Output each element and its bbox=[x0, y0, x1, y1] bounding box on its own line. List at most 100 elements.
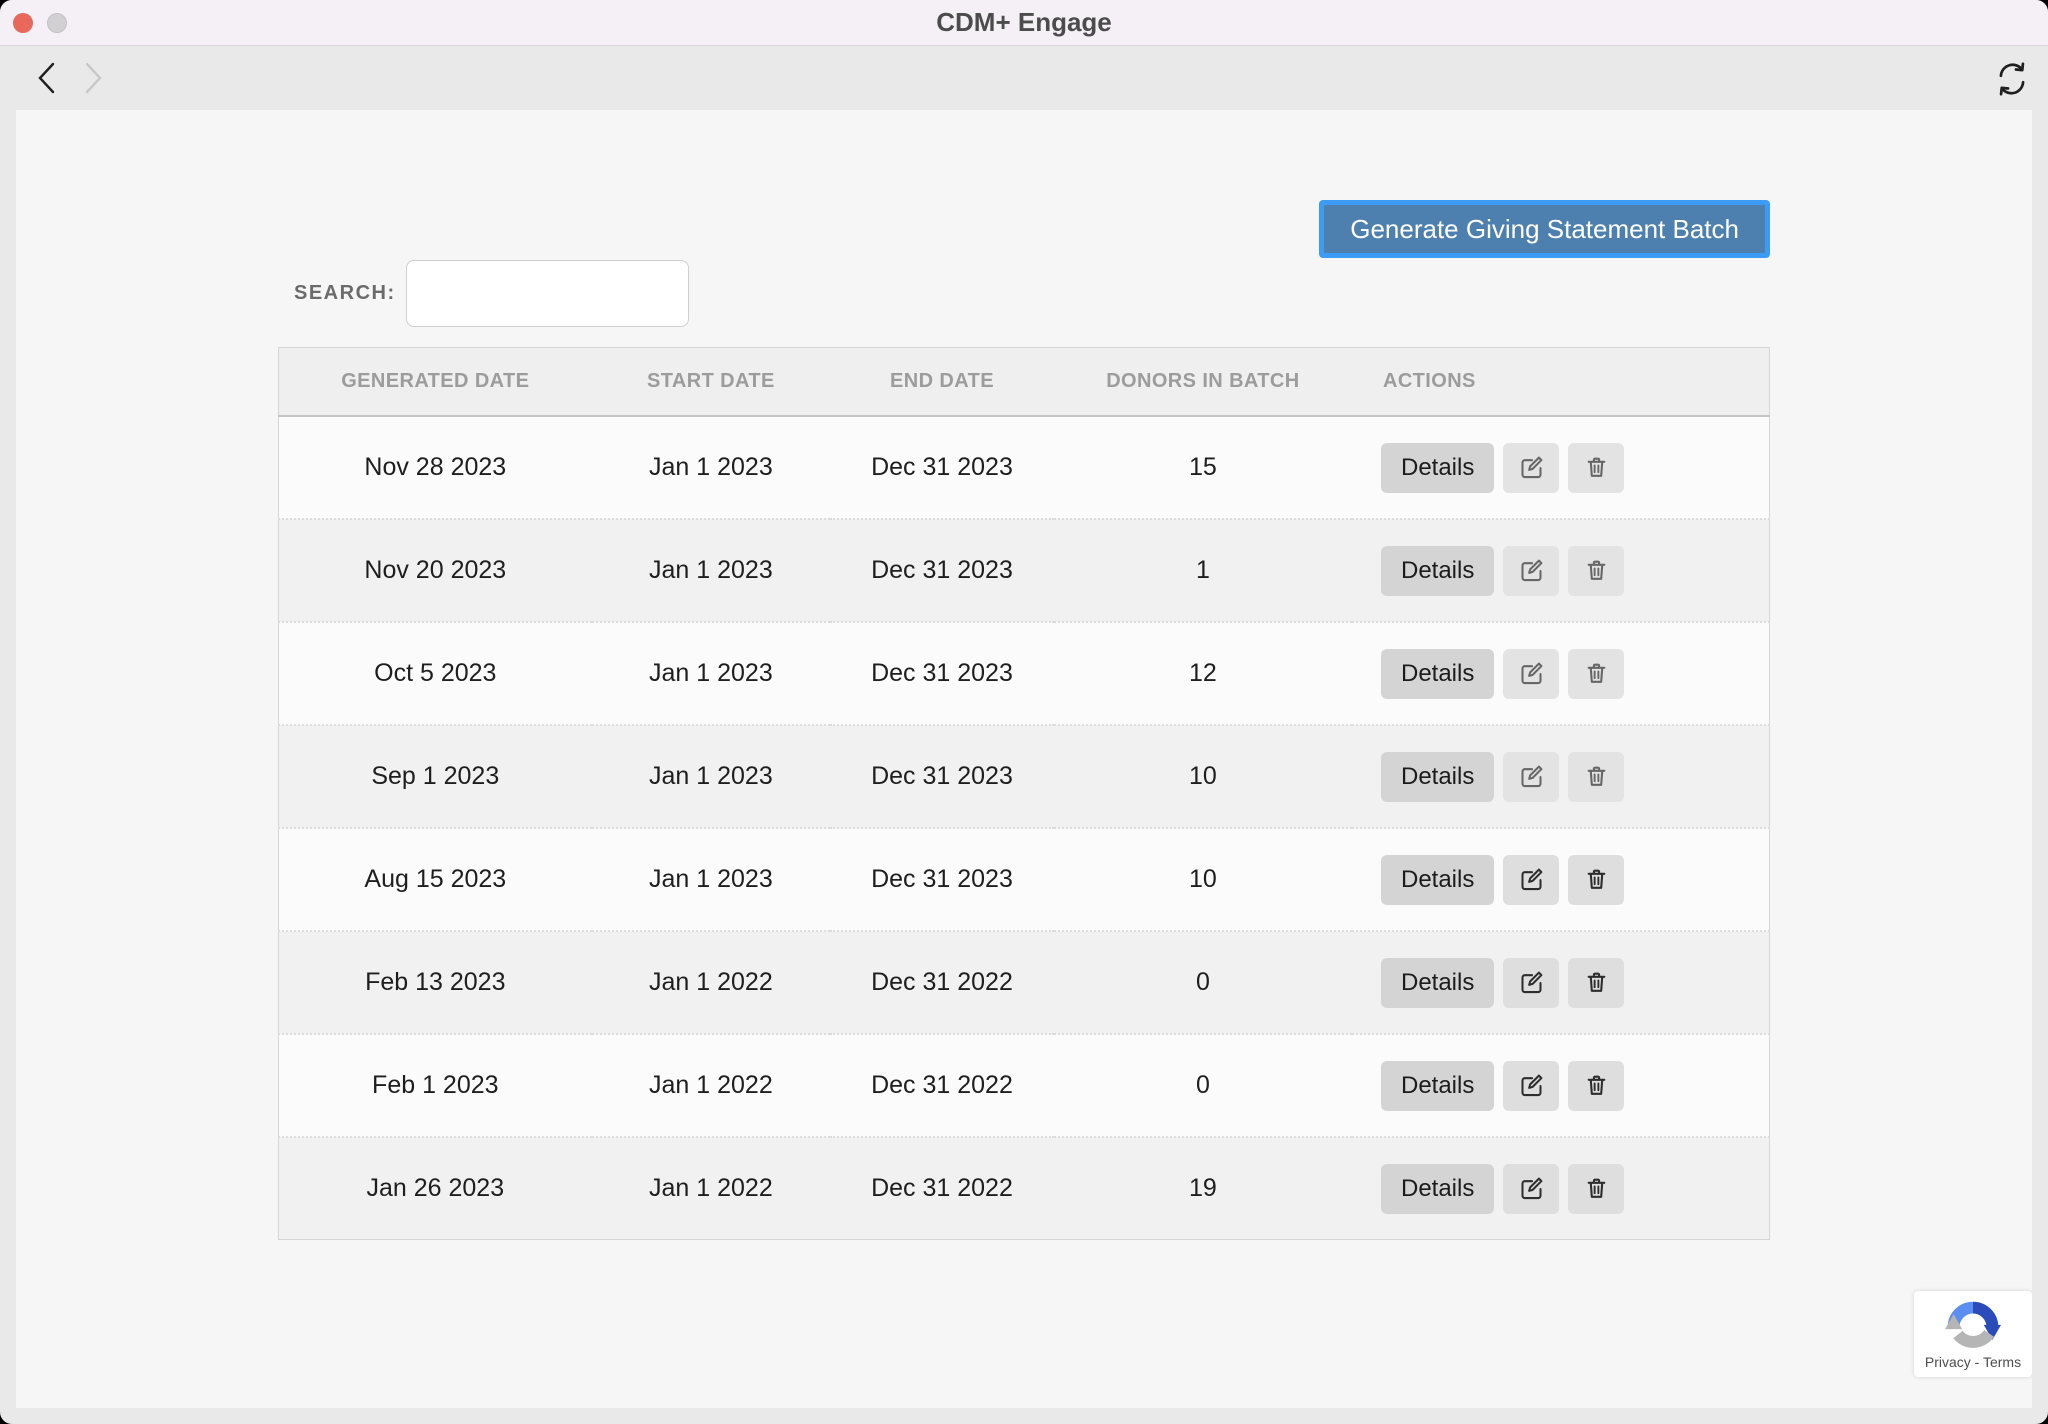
details-button[interactable]: Details bbox=[1381, 546, 1494, 596]
cell-actions: Details bbox=[1352, 519, 1770, 622]
trash-icon bbox=[1584, 1073, 1609, 1098]
trash-icon bbox=[1584, 970, 1609, 995]
column-header-donors-in-batch: DONORS IN BATCH bbox=[1054, 348, 1352, 417]
cell-generated-date: Oct 5 2023 bbox=[279, 622, 592, 725]
details-button[interactable]: Details bbox=[1381, 752, 1494, 802]
cell-actions: Details bbox=[1352, 931, 1770, 1034]
cell-start-date: Jan 1 2022 bbox=[592, 1137, 831, 1240]
cell-actions: Details bbox=[1352, 416, 1770, 519]
edit-icon bbox=[1518, 1175, 1545, 1202]
traffic-lights bbox=[13, 13, 67, 33]
trash-icon bbox=[1584, 1176, 1609, 1201]
minimize-window-button[interactable] bbox=[47, 13, 67, 33]
cell-actions: Details bbox=[1352, 1137, 1770, 1240]
edit-icon bbox=[1518, 763, 1545, 790]
cell-start-date: Jan 1 2023 bbox=[592, 519, 831, 622]
delete-button[interactable] bbox=[1568, 855, 1624, 905]
edit-button[interactable] bbox=[1503, 958, 1559, 1008]
edit-icon bbox=[1518, 866, 1545, 893]
cell-donors-in-batch: 10 bbox=[1054, 725, 1352, 828]
details-button[interactable]: Details bbox=[1381, 1164, 1494, 1214]
trash-icon bbox=[1584, 867, 1609, 892]
cell-start-date: Jan 1 2023 bbox=[592, 416, 831, 519]
generate-giving-statement-batch-button[interactable]: Generate Giving Statement Batch bbox=[1319, 200, 1770, 258]
edit-icon bbox=[1518, 660, 1545, 687]
table-header: GENERATED DATESTART DATEEND DATEDONORS I… bbox=[279, 348, 1770, 417]
edit-button[interactable] bbox=[1503, 1061, 1559, 1111]
edit-button[interactable] bbox=[1503, 1164, 1559, 1214]
cell-donors-in-batch: 19 bbox=[1054, 1137, 1352, 1240]
cell-start-date: Jan 1 2022 bbox=[592, 931, 831, 1034]
delete-button[interactable] bbox=[1568, 1061, 1624, 1111]
delete-button[interactable] bbox=[1568, 1164, 1624, 1214]
title-bar: CDM+ Engage bbox=[0, 0, 2048, 46]
table-row: Sep 1 2023 Jan 1 2023 Dec 31 2023 10 Det… bbox=[279, 725, 1770, 828]
cell-donors-in-batch: 1 bbox=[1054, 519, 1352, 622]
table-row: Feb 13 2023 Jan 1 2022 Dec 31 2022 0 Det… bbox=[279, 931, 1770, 1034]
edit-icon bbox=[1518, 1072, 1545, 1099]
close-window-button[interactable] bbox=[13, 13, 33, 33]
table-row: Nov 28 2023 Jan 1 2023 Dec 31 2023 15 De… bbox=[279, 416, 1770, 519]
table-row: Nov 20 2023 Jan 1 2023 Dec 31 2023 1 Det… bbox=[279, 519, 1770, 622]
details-button[interactable]: Details bbox=[1381, 958, 1494, 1008]
trash-icon bbox=[1584, 764, 1609, 789]
table-row: Oct 5 2023 Jan 1 2023 Dec 31 2023 12 Det… bbox=[279, 622, 1770, 725]
delete-button[interactable] bbox=[1568, 443, 1624, 493]
cell-end-date: Dec 31 2023 bbox=[830, 622, 1054, 725]
details-button[interactable]: Details bbox=[1381, 443, 1494, 493]
cell-donors-in-batch: 15 bbox=[1054, 416, 1352, 519]
details-button[interactable]: Details bbox=[1381, 649, 1494, 699]
recaptcha-icon bbox=[1945, 1299, 2001, 1355]
column-header-start-date: START DATE bbox=[592, 348, 831, 417]
back-button[interactable] bbox=[30, 60, 64, 96]
column-header-generated-date: GENERATED DATE bbox=[279, 348, 592, 417]
cell-actions: Details bbox=[1352, 725, 1770, 828]
cell-start-date: Jan 1 2023 bbox=[592, 828, 831, 931]
trash-icon bbox=[1584, 455, 1609, 480]
cell-end-date: Dec 31 2022 bbox=[830, 931, 1054, 1034]
delete-button[interactable] bbox=[1568, 752, 1624, 802]
privacy-terms-link[interactable]: Privacy - Terms bbox=[1925, 1354, 2021, 1370]
edit-button[interactable] bbox=[1503, 546, 1559, 596]
refresh-button[interactable] bbox=[1990, 58, 2034, 100]
delete-button[interactable] bbox=[1568, 649, 1624, 699]
column-header-end-date: END DATE bbox=[830, 348, 1054, 417]
cell-actions: Details bbox=[1352, 1034, 1770, 1137]
edit-button[interactable] bbox=[1503, 855, 1559, 905]
recaptcha-badge[interactable]: Privacy - Terms bbox=[1914, 1291, 2032, 1377]
cell-end-date: Dec 31 2023 bbox=[830, 519, 1054, 622]
back-chevron-icon bbox=[34, 61, 60, 95]
forward-chevron-icon bbox=[80, 61, 106, 95]
delete-button[interactable] bbox=[1568, 546, 1624, 596]
cell-generated-date: Jan 26 2023 bbox=[279, 1137, 592, 1240]
cell-end-date: Dec 31 2023 bbox=[830, 725, 1054, 828]
edit-button[interactable] bbox=[1503, 649, 1559, 699]
cell-donors-in-batch: 0 bbox=[1054, 1034, 1352, 1137]
cell-end-date: Dec 31 2023 bbox=[830, 416, 1054, 519]
cell-generated-date: Feb 13 2023 bbox=[279, 931, 592, 1034]
search-input[interactable] bbox=[406, 260, 689, 327]
forward-button[interactable] bbox=[76, 60, 110, 96]
giving-statement-batches-table: GENERATED DATESTART DATEEND DATEDONORS I… bbox=[278, 347, 1770, 1240]
window-title: CDM+ Engage bbox=[0, 0, 2048, 45]
column-header-actions: ACTIONS bbox=[1352, 348, 1770, 417]
cell-generated-date: Feb 1 2023 bbox=[279, 1034, 592, 1137]
delete-button[interactable] bbox=[1568, 958, 1624, 1008]
details-button[interactable]: Details bbox=[1381, 1061, 1494, 1111]
cell-start-date: Jan 1 2022 bbox=[592, 1034, 831, 1137]
cell-actions: Details bbox=[1352, 622, 1770, 725]
cell-donors-in-batch: 10 bbox=[1054, 828, 1352, 931]
app-window: CDM+ Engage bbox=[0, 0, 2048, 1424]
edit-icon bbox=[1518, 557, 1545, 584]
edit-icon bbox=[1518, 969, 1545, 996]
cell-generated-date: Nov 28 2023 bbox=[279, 416, 592, 519]
cell-actions: Details bbox=[1352, 828, 1770, 931]
table-row: Jan 26 2023 Jan 1 2022 Dec 31 2022 19 De… bbox=[279, 1137, 1770, 1240]
details-button[interactable]: Details bbox=[1381, 855, 1494, 905]
cell-end-date: Dec 31 2022 bbox=[830, 1034, 1054, 1137]
table-row: Aug 15 2023 Jan 1 2023 Dec 31 2023 10 De… bbox=[279, 828, 1770, 931]
edit-button[interactable] bbox=[1503, 752, 1559, 802]
edit-button[interactable] bbox=[1503, 443, 1559, 493]
cell-generated-date: Aug 15 2023 bbox=[279, 828, 592, 931]
search-label: SEARCH: bbox=[294, 282, 396, 305]
